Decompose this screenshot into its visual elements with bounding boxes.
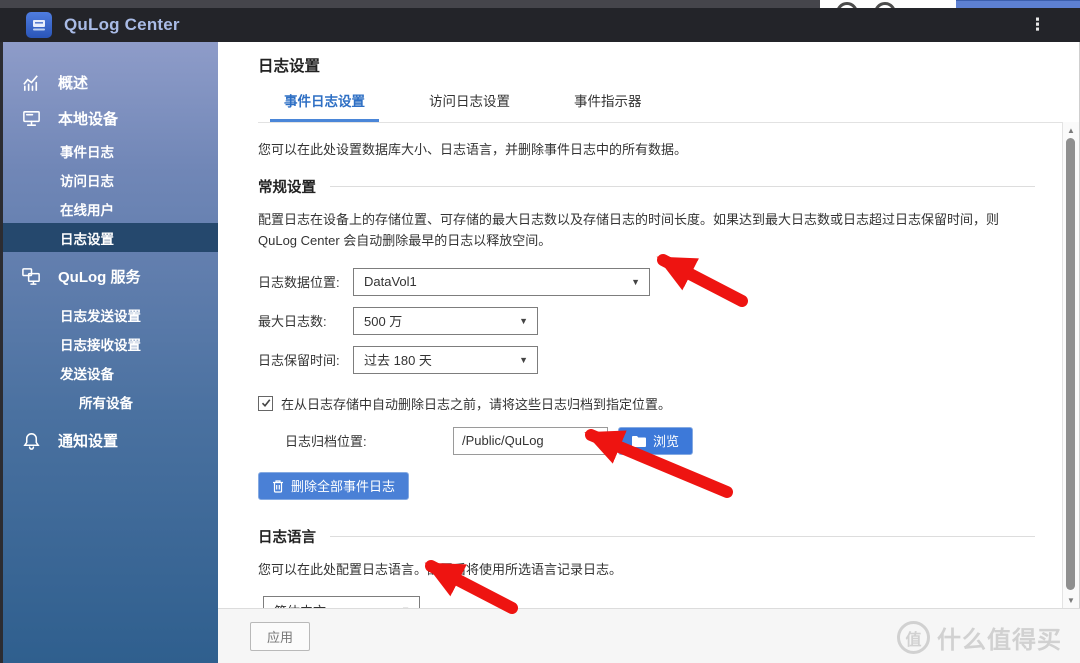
trash-icon: [273, 479, 283, 493]
max-log-entries-select[interactable]: 500 万 ▼: [353, 306, 538, 335]
log-storage-location-row: 日志数据位置: DataVol1 ▼: [258, 267, 1035, 296]
tab-event-log-settings[interactable]: 事件日志设置: [270, 90, 379, 122]
qulog-service-icon: [20, 265, 43, 288]
archive-location-label: 日志归档位置:: [285, 434, 367, 450]
app-title: QuLog Center: [64, 15, 180, 34]
content-footer: 应用 值 什么值得买: [218, 608, 1080, 663]
overview-chart-icon: [20, 71, 43, 94]
sidebar-item-label: 通知设置: [58, 432, 119, 450]
app-header: QuLog Center ⋮: [0, 8, 1080, 42]
general-settings-description: 配置日志在设备上的存储位置、可存储的最大日志数以及存储日志的时间长度。如果达到最…: [258, 212, 1000, 248]
caret-down-icon: ▼: [519, 354, 528, 365]
sidebar-item-log-sender[interactable]: 日志发送设置: [3, 300, 218, 329]
heading-rule: [330, 535, 1035, 537]
page-title: 日志设置: [258, 58, 321, 75]
sidebar-item-online-users[interactable]: 在线用户: [3, 194, 218, 223]
archive-checkbox[interactable]: [258, 395, 273, 411]
desktop-blue-fragment: [956, 0, 1080, 8]
sidebar-item-label: QuLog 服务: [58, 268, 141, 286]
sidebar-item-log-receiver[interactable]: 日志接收设置: [3, 329, 218, 358]
field-label: 最大日志数:: [258, 314, 327, 330]
archive-path-input[interactable]: [453, 426, 608, 455]
caret-down-icon: ▼: [519, 315, 528, 326]
kebab-menu-icon[interactable]: ⋮: [1029, 8, 1046, 42]
sidebar-item-qulog-service[interactable]: QuLog 服务: [3, 258, 218, 294]
intro-text: 您可以在此处设置数据库大小、日志语言，并删除事件日志中的所有数据。: [258, 142, 688, 157]
tab-event-indicators[interactable]: 事件指示器: [560, 90, 656, 122]
sidebar: 概述 本地设备 事件日志 访问日志 在线用户 日志设置 QuLog 服务 日志发…: [0, 42, 218, 663]
archive-location-row: 日志归档位置: 浏览: [285, 426, 1035, 455]
sidebar-item-label: 概述: [58, 74, 89, 92]
qulog-center-window: QuLog Center ⋮ 概述 本地设备 事件日志 访问日志 在线用户 日志…: [0, 0, 1080, 663]
qulog-app-logo-icon: [26, 12, 52, 38]
local-device-icon: [20, 107, 43, 130]
sidebar-item-label: 本地设备: [58, 110, 119, 128]
select-value: DataVol1: [364, 274, 417, 290]
delete-all-event-logs-button[interactable]: 删除全部事件日志: [258, 471, 410, 500]
sidebar-item-notification-settings[interactable]: 通知设置: [3, 422, 218, 458]
sidebar-item-local-device[interactable]: 本地设备: [3, 100, 218, 136]
heading-rule: [330, 186, 1035, 187]
sidebar-item-sender-devices[interactable]: 发送设备: [3, 358, 218, 387]
archive-checkbox-label: 在从日志存储中自动删除日志之前，请将这些日志归档到指定位置。: [281, 396, 672, 412]
watermark-badge: 值: [897, 621, 930, 654]
tab-bar: 事件日志设置 访问日志设置 事件指示器: [258, 90, 1079, 123]
scrollbar-thumb[interactable]: [1066, 138, 1075, 590]
sidebar-item-log-settings[interactable]: 日志设置: [3, 223, 218, 252]
vertical-scrollbar: ▲ ▼: [1062, 122, 1079, 608]
field-label: 日志保留时间:: [258, 353, 340, 369]
sidebar-item-event-log[interactable]: 事件日志: [3, 136, 218, 165]
log-retention-select[interactable]: 过去 180 天 ▼: [353, 345, 538, 374]
sidebar-item-overview[interactable]: 概述: [3, 64, 218, 100]
browse-button[interactable]: 浏览: [618, 426, 694, 455]
content-area: 日志设置 事件日志设置 访问日志设置 事件指示器 您可以在此处设置数据库大小、日…: [218, 42, 1080, 663]
desktop-top-strip: [0, 0, 1080, 8]
caret-down-icon: ▼: [631, 276, 640, 287]
log-storage-location-select[interactable]: DataVol1 ▼: [353, 267, 650, 296]
apply-button[interactable]: 应用: [250, 622, 311, 651]
select-value: 500 万: [364, 314, 403, 330]
tab-access-log-settings[interactable]: 访问日志设置: [415, 90, 524, 122]
select-value: 过去 180 天: [364, 353, 432, 369]
checkbox-checked-icon: [261, 399, 270, 408]
field-label: 日志数据位置:: [258, 275, 340, 291]
scroll-down-icon[interactable]: ▼: [1063, 593, 1079, 607]
log-language-heading: 日志语言: [258, 526, 1035, 547]
settings-panel: 您可以在此处设置数据库大小、日志语言，并删除事件日志中的所有数据。 常规设置 配…: [218, 123, 1079, 625]
archive-before-delete-row: 在从日志存储中自动删除日志之前，请将这些日志归档到指定位置。: [258, 394, 1035, 413]
folder-icon: [632, 435, 646, 447]
log-retention-row: 日志保留时间: 过去 180 天 ▼: [258, 345, 1035, 374]
watermark-text: 什么值得买: [937, 627, 1062, 654]
scroll-up-icon[interactable]: ▲: [1063, 123, 1079, 137]
sidebar-item-access-log[interactable]: 访问日志: [3, 165, 218, 194]
general-settings-heading: 常规设置: [258, 176, 1035, 197]
notification-bell-icon: [20, 429, 43, 452]
watermark: 值 什么值得买: [897, 620, 1062, 655]
log-language-description: 您可以在此处配置日志语言。配置后将使用所选语言记录日志。: [258, 561, 623, 577]
max-log-entries-row: 最大日志数: 500 万 ▼: [258, 306, 1035, 335]
sidebar-item-all-devices[interactable]: 所有设备: [3, 387, 218, 416]
